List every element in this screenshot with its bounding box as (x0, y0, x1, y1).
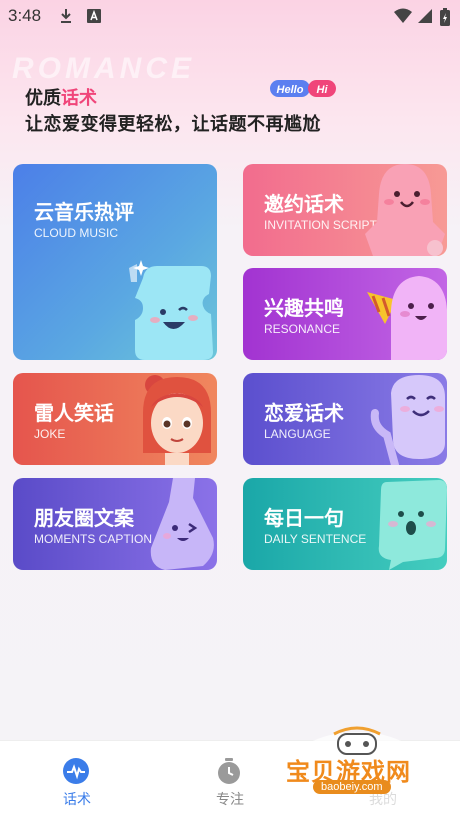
hello-hi-badge: Hello Hi (270, 80, 336, 97)
hi-text: Hi (317, 84, 329, 96)
card-title: 云音乐热评 (34, 200, 134, 224)
card-daily-sentence[interactable]: 每日一句 DAILY SENTENCE (243, 478, 447, 570)
site-watermark-url: baobeiy.com (313, 780, 391, 794)
card-title: 恋爱话术 (264, 401, 344, 425)
card-subtitle: LANGUAGE (264, 427, 331, 441)
status-time: 3:48 (8, 6, 42, 25)
party-horn-mascot-icon (367, 276, 447, 360)
girl-avatar-icon (143, 375, 211, 465)
background-watermark: ROMANCE (12, 52, 195, 85)
download-icon (61, 9, 71, 23)
tab-scripts[interactable]: 话术 (22, 741, 132, 817)
card-subtitle: JOKE (34, 427, 66, 441)
card-language[interactable]: 恋爱话术 LANGUAGE (243, 373, 447, 465)
tab-focus[interactable]: 专注 (175, 741, 285, 817)
stopwatch-icon (218, 758, 240, 784)
card-title: 兴趣共鸣 (264, 296, 344, 320)
headline-prefix: 优质 (25, 88, 61, 109)
pulse-wave-icon (63, 758, 89, 784)
card-cloud-music[interactable]: 云音乐热评 CLOUD MUSIC (13, 164, 217, 360)
card-title: 雷人笑话 (34, 401, 114, 425)
card-subtitle: INVITATION SCRIPT (264, 218, 377, 232)
bell-mascot-icon (365, 164, 445, 256)
headline: 优质话术 (25, 84, 97, 110)
ticket-mascot-icon (129, 260, 213, 360)
speech-bubble-mascot-icon (378, 480, 447, 570)
tab-label: 专注 (216, 792, 244, 808)
headline-accent: 话术 (61, 88, 97, 109)
card-subtitle: CLOUD MUSIC (34, 226, 119, 240)
card-title: 邀约话术 (264, 192, 344, 216)
card-joke[interactable]: 雷人笑话 JOKE (13, 373, 217, 465)
font-a-icon (87, 9, 101, 23)
status-bar: 3:48 (0, 0, 460, 32)
card-subtitle: DAILY SENTENCE (264, 532, 367, 546)
card-title: 朋友圈文案 (34, 506, 134, 530)
battery-charging-icon (440, 8, 450, 26)
signal-icon (418, 9, 432, 23)
card-resonance[interactable]: 兴趣共鸣 RESONANCE (243, 268, 447, 360)
potion-bottle-mascot-icon (150, 478, 214, 570)
tab-label: 话术 (63, 792, 91, 808)
card-moments-caption[interactable]: 朋友圈文案 MOMENTS CAPTION (13, 478, 217, 570)
wifi-icon (394, 8, 412, 23)
microphone-mascot-icon (370, 375, 445, 465)
card-invitation-script[interactable]: 邀约话术 INVITATION SCRIPT (243, 164, 447, 256)
subline: 让恋爱变得更轻松，让话题不再尴尬 (25, 114, 321, 135)
hello-text: Hello (277, 84, 304, 96)
card-title: 每日一句 (264, 506, 344, 530)
card-subtitle: RESONANCE (264, 322, 341, 336)
card-subtitle: MOMENTS CAPTION (34, 532, 153, 546)
